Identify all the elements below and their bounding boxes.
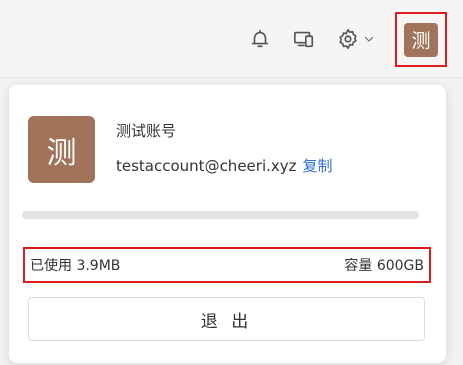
- account-dropdown-panel: 测 测试账号 testaccount@cheeri.xyz 复制 已使用 3.9M…: [9, 85, 446, 363]
- storage-progress-bar: [22, 211, 419, 219]
- bell-icon[interactable]: [247, 26, 273, 52]
- top-bar: 测: [0, 0, 463, 78]
- gear-icon[interactable]: [335, 26, 361, 52]
- copy-email-link[interactable]: 复制: [303, 157, 333, 175]
- avatar: 测: [404, 22, 438, 57]
- storage-capacity-label: 容量 600GB: [344, 258, 424, 274]
- account-email: testaccount@cheeri.xyz: [116, 157, 297, 175]
- storage-usage-row: 已使用 3.9MB 容量 600GB: [23, 247, 431, 283]
- logout-button[interactable]: 退 出: [28, 297, 425, 341]
- user-avatar-button[interactable]: 测: [395, 12, 447, 67]
- account-email-row: testaccount@cheeri.xyz 复制: [116, 155, 333, 176]
- storage-used-label: 已使用 3.9MB: [30, 258, 121, 274]
- devices-icon[interactable]: [291, 26, 317, 52]
- account-name: 测试账号: [116, 122, 177, 140]
- chevron-down-icon[interactable]: [361, 26, 377, 52]
- account-avatar: 测: [28, 116, 95, 183]
